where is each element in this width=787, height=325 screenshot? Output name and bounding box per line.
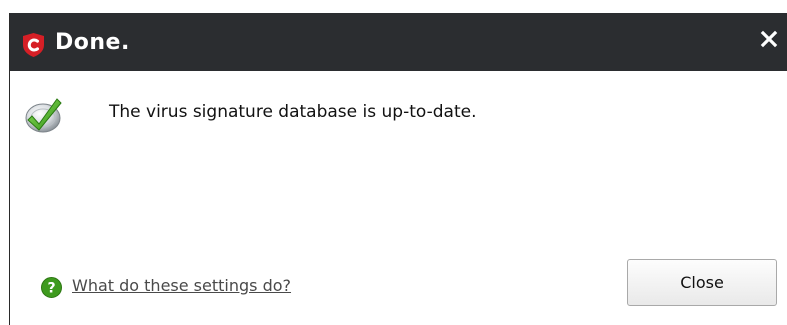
svg-text:?: ? (47, 281, 55, 297)
close-button[interactable]: Close (627, 259, 777, 306)
dialog-window: Done. The virus signature database is up… (9, 13, 787, 325)
help-icon[interactable]: ? (41, 277, 62, 298)
update-check-icon (25, 98, 62, 133)
comodo-shield-icon (23, 33, 44, 57)
status-message: The virus signature database is up-to-da… (109, 102, 477, 122)
title-bar: Done. (10, 13, 787, 71)
dialog-content: The virus signature database is up-to-da… (10, 71, 787, 325)
help-link[interactable]: What do these settings do? (72, 274, 291, 298)
close-icon[interactable] (760, 30, 778, 48)
window-title: Done. (55, 30, 130, 55)
